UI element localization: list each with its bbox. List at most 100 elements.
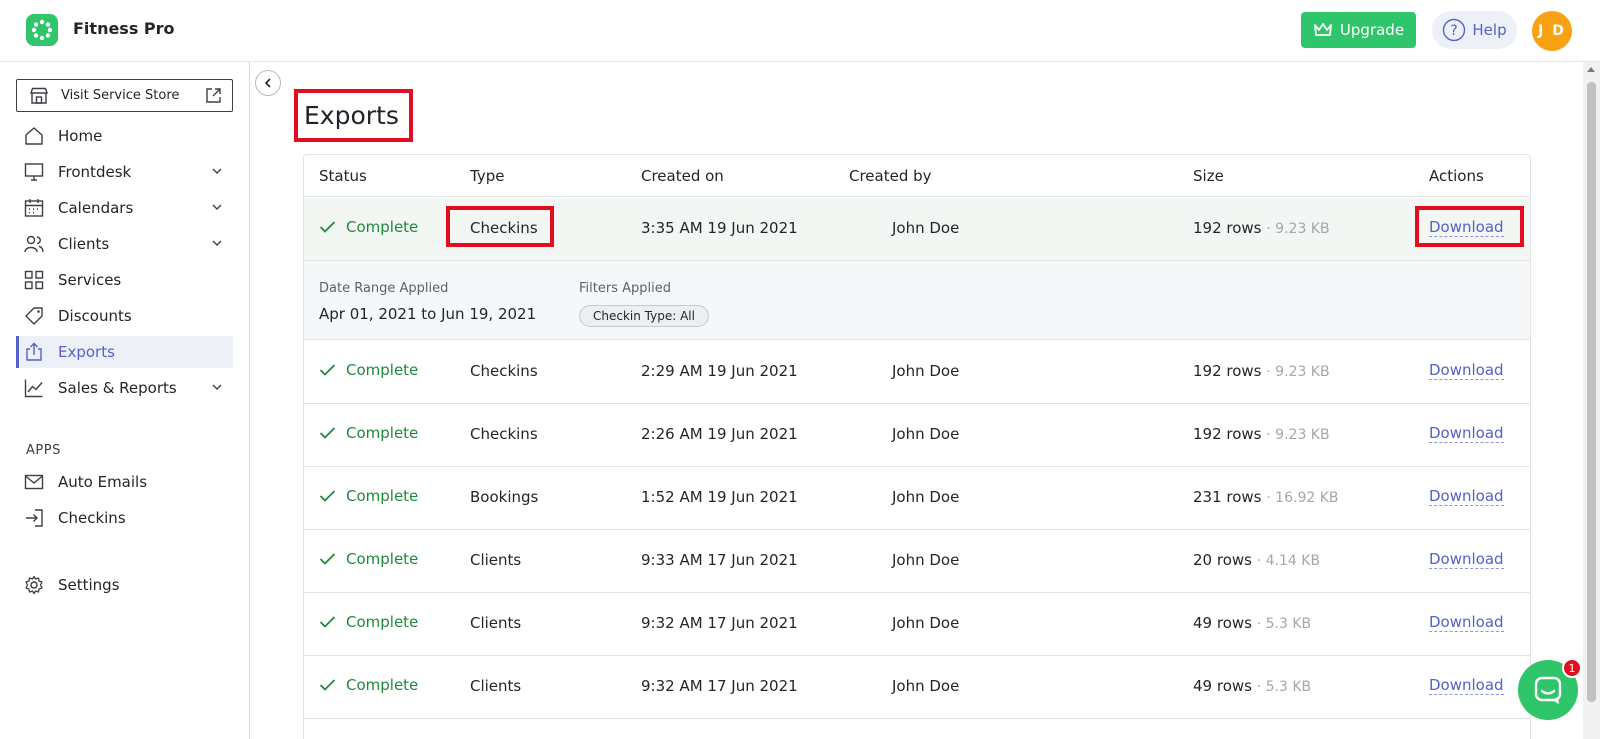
date-range-label: Date Range Applied <box>319 281 449 296</box>
status-text: Complete <box>346 218 419 236</box>
visit-service-store-button[interactable]: Visit Service Store <box>16 79 233 112</box>
status-cell: Complete <box>319 613 418 631</box>
grid-icon <box>24 270 44 290</box>
sidebar-item-label: Home <box>58 127 103 145</box>
help-label: Help <box>1472 21 1507 39</box>
status-cell: Complete <box>319 676 418 694</box>
home-icon <box>25 127 43 145</box>
download-link[interactable]: Download <box>1429 677 1504 695</box>
table-row[interactable]: Complete Clients 9:32 AM 17 Jun 2021 Joh… <box>304 593 1530 656</box>
type-cell: Clients <box>470 614 522 632</box>
scroll-thumb[interactable] <box>1587 82 1596 702</box>
check-icon <box>319 616 336 628</box>
created-by-cell: John Doe <box>892 488 960 506</box>
status-text: Complete <box>346 361 419 379</box>
help-button[interactable]: ? Help <box>1432 11 1517 49</box>
file-size: · 9.23 KB <box>1266 364 1330 380</box>
download-link[interactable]: Download <box>1429 614 1504 632</box>
row-count: 192 rows <box>1193 425 1262 443</box>
type-cell: Checkins <box>470 362 538 380</box>
sidebar-item-settings[interactable]: Settings <box>16 569 233 601</box>
check-icon <box>319 490 336 502</box>
status-text: Complete <box>346 487 419 505</box>
row-count: 49 rows <box>1193 614 1252 632</box>
column-header-actions: Actions <box>1429 167 1484 185</box>
download-link[interactable]: Download <box>1429 488 1504 506</box>
store-icon <box>30 87 48 104</box>
created-on-cell: 9:32 AM 17 Jun 2021 <box>641 614 798 632</box>
created-on-cell: 9:33 AM 17 Jun 2021 <box>641 551 798 569</box>
created-by-cell: John Doe <box>892 425 960 443</box>
date-range-value: Apr 01, 2021 to Jun 19, 2021 <box>319 305 537 323</box>
collapse-sidebar-button[interactable] <box>255 70 281 96</box>
check-icon <box>319 221 336 233</box>
svg-text:?: ? <box>1451 23 1458 39</box>
download-link[interactable]: Download <box>1429 425 1504 443</box>
download-link[interactable]: Download <box>1429 551 1504 569</box>
sidebar-item-discounts[interactable]: Discounts <box>16 300 233 332</box>
table-row[interactable]: Complete Bookings 1:52 AM 19 Jun 2021 Jo… <box>304 467 1530 530</box>
user-avatar[interactable]: J D <box>1532 11 1572 51</box>
size-cell: 20 rows · 4.14 KB <box>1193 551 1320 569</box>
status-text: Complete <box>346 613 419 631</box>
status-text: Complete <box>346 424 419 442</box>
download-link[interactable]: Download <box>1429 362 1504 380</box>
size-cell: 192 rows · 9.23 KB <box>1193 362 1330 380</box>
sidebar-item-sales-reports[interactable]: Sales & Reports <box>16 372 233 404</box>
status-cell: Complete <box>319 550 418 568</box>
created-on-cell: 1:52 AM 19 Jun 2021 <box>641 488 798 506</box>
gear-icon <box>25 575 43 595</box>
export-icon <box>26 342 42 361</box>
status-cell: Complete <box>319 424 418 442</box>
file-size: · 4.14 KB <box>1256 553 1321 569</box>
sidebar-item-label: Checkins <box>58 509 126 527</box>
upgrade-label: Upgrade <box>1339 21 1405 39</box>
check-icon <box>319 364 336 376</box>
upgrade-button[interactable]: Upgrade <box>1301 12 1416 48</box>
status-text: Complete <box>346 550 419 568</box>
sidebar-item-frontdesk[interactable]: Frontdesk <box>16 156 233 188</box>
app-logo-icon[interactable] <box>26 14 58 46</box>
visit-service-store-label: Visit Service Store <box>61 88 180 103</box>
page-title-highlight: Exports <box>294 89 413 142</box>
check-icon <box>319 553 336 565</box>
mail-icon <box>24 474 44 490</box>
type-highlight-box <box>446 206 554 247</box>
sidebar-item-services[interactable]: Services <box>16 264 233 296</box>
table-row[interactable]: Complete Clients 9:32 AM 17 Jun 2021 Joh… <box>304 656 1530 719</box>
external-link-icon <box>206 88 221 103</box>
table-row[interactable]: Complete Clients 9:33 AM 17 Jun 2021 Joh… <box>304 530 1530 593</box>
apps-section-label: APPS <box>26 443 61 458</box>
sidebar-item-calendars[interactable]: Calendars <box>16 192 233 224</box>
column-header-size: Size <box>1193 167 1224 185</box>
size-cell: 49 rows · 5.3 KB <box>1193 677 1311 695</box>
sidebar-item-label: Discounts <box>58 307 132 325</box>
filters-label: Filters Applied <box>579 281 671 296</box>
sign-in-icon <box>26 509 43 527</box>
users-icon <box>24 235 44 253</box>
created-on-cell: 2:29 AM 19 Jun 2021 <box>641 362 798 380</box>
row-count: 231 rows <box>1193 488 1262 506</box>
scroll-up-icon[interactable] <box>1587 67 1595 72</box>
status-cell: Complete <box>319 361 418 379</box>
sidebar-item-auto-emails[interactable]: Auto Emails <box>16 466 233 498</box>
sidebar-item-home[interactable]: Home <box>16 120 233 152</box>
size-cell: 49 rows · 5.3 KB <box>1193 614 1311 632</box>
type-cell: Clients <box>470 677 522 695</box>
page-scrollbar[interactable] <box>1583 62 1600 739</box>
created-by-cell: John Doe <box>892 362 960 380</box>
sidebar-item-clients[interactable]: Clients <box>16 228 233 260</box>
filter-chip: Checkin Type: All <box>579 305 709 327</box>
created-on-cell: 2:26 AM 19 Jun 2021 <box>641 425 798 443</box>
sidebar-item-exports[interactable]: Exports <box>16 336 233 368</box>
sidebar-item-label: Clients <box>58 235 110 253</box>
chevron-down-icon <box>212 384 222 390</box>
column-header-created-on: Created on <box>641 167 724 185</box>
table-row[interactable]: Complete Checkins 2:26 AM 19 Jun 2021 Jo… <box>304 404 1530 467</box>
status-cell: Complete <box>319 218 418 236</box>
sidebar-item-checkins[interactable]: Checkins <box>16 502 233 534</box>
sidebar-item-label: Calendars <box>58 199 134 217</box>
table-row[interactable]: Complete Checkins 2:29 AM 19 Jun 2021 Jo… <box>304 341 1530 404</box>
table-header: Status Type Created on Created by Size A… <box>304 155 1530 197</box>
calendar-icon <box>24 199 44 217</box>
